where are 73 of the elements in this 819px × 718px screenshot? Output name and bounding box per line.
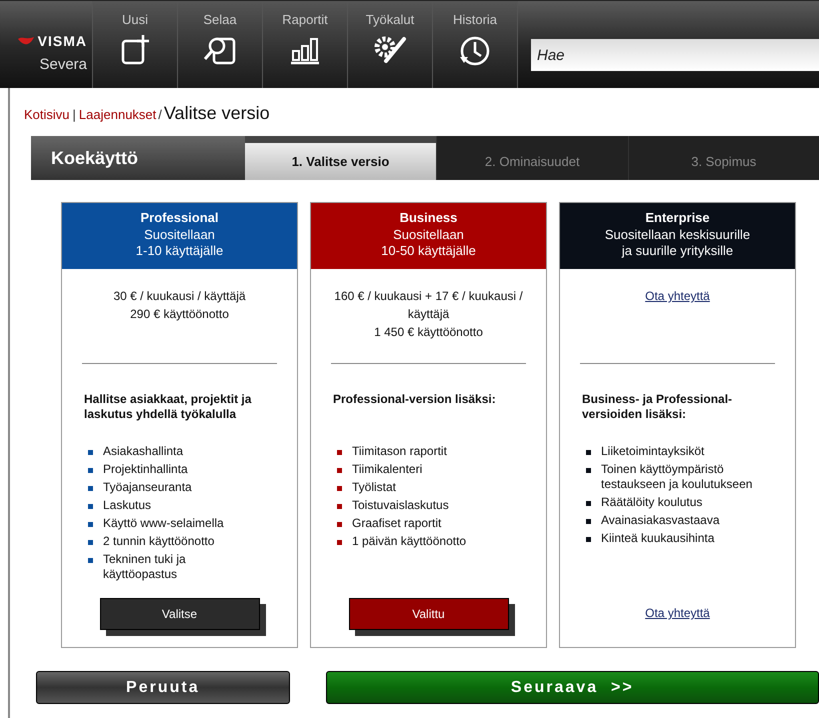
bullet-icon: [337, 504, 342, 509]
bullet-icon: [337, 540, 342, 545]
feature-heading: Professional-version lisäksi:: [332, 392, 497, 408]
product-name: Severa: [39, 55, 87, 75]
separator: |: [72, 106, 77, 124]
bullet-icon: [337, 522, 342, 527]
logo-text: VISMA: [38, 32, 87, 51]
bullet-icon: [586, 537, 591, 542]
cancel-button[interactable]: Peruuta: [36, 671, 290, 704]
feature-item: Räätälöity koulutus: [601, 495, 702, 511]
contact-link[interactable]: Ota yhteyttä: [645, 604, 710, 622]
feature-item: 2 tunnin käyttöönotto: [103, 534, 214, 550]
bullet-icon: [88, 522, 93, 527]
price-text: 30 € / kuukausi / käyttäjä: [113, 288, 246, 305]
wizard-step[interactable]: 1. Valitse versio: [245, 143, 436, 180]
bullet-icon: [88, 504, 93, 509]
feature-item: Toinen käyttöympäristö testaukseen ja koulutukseen: [601, 462, 754, 493]
feature-item: Asiakashallinta: [103, 444, 184, 460]
contact-link[interactable]: Ota yhteyttä: [645, 287, 710, 305]
bullet-icon: [88, 450, 93, 455]
bullet-icon: [337, 450, 342, 455]
bullet-icon: [586, 519, 591, 524]
plan-subtitle: Suositellaan: [144, 227, 215, 243]
feature-item: Toistuvaislaskutus: [352, 498, 449, 514]
breadcrumb-link[interactable]: Kotisivu: [24, 105, 70, 124]
bullet-icon: [586, 450, 591, 455]
nav-button[interactable]: Uusi: [93, 1, 178, 88]
wizard-step[interactable]: 2. Ominaisuudet: [436, 136, 628, 180]
feature-item: Graafiset raportit: [352, 516, 442, 532]
feature-item: Avainasiakasvastaava: [601, 513, 720, 529]
next-button[interactable]: Seuraava >>: [326, 671, 819, 704]
bullet-icon: [337, 468, 342, 473]
breadcrumb-link[interactable]: Laajennukset: [78, 105, 156, 124]
separator: /: [157, 106, 163, 124]
bullet-icon: [586, 501, 591, 506]
plan-name: Enterprise: [645, 209, 710, 227]
plan-subtitle: 10-50 käyttäjälle: [381, 243, 476, 259]
plan-name: Business: [400, 209, 458, 227]
wizard-step[interactable]: 3. Sopimus: [628, 136, 819, 180]
feature-item: Tiimikalenteri: [352, 462, 422, 478]
feature-item: Kiinteä kuukausihinta: [601, 531, 714, 547]
feature-item: Tiimitason raportit: [352, 444, 447, 460]
bullet-icon: [88, 540, 93, 545]
plan-subtitle: ja suurille yrityksille: [622, 243, 734, 259]
bullet-icon: [337, 486, 342, 491]
price-text: 290 € käyttöönotto: [130, 306, 229, 323]
feature-item: 1 päivän käyttöönotto: [352, 534, 466, 550]
price-text: 160 € / kuukausi + 17 € / kuukausi / käyttäjä: [333, 288, 524, 323]
nav-button[interactable]: Työkalut: [348, 1, 433, 88]
bullet-icon: [586, 468, 591, 473]
search-field[interactable]: Hae: [531, 39, 819, 71]
wizard-title: Koekäyttö: [31, 136, 245, 180]
feature-item: Työajanseuranta: [103, 480, 192, 496]
bullet-icon: [88, 468, 93, 473]
page-title: Valitse versio: [164, 102, 270, 125]
feature-item: Työlistat: [352, 480, 396, 496]
feature-item: Tekninen tuki ja käyttöopastus: [103, 552, 187, 583]
nav-button[interactable]: Historia: [433, 1, 518, 88]
price-text: 1 450 € käyttöönotto: [374, 324, 483, 341]
feature-item: Liiketoimintayksiköt: [601, 444, 704, 460]
bullet-icon: [88, 486, 93, 491]
plan-subtitle: Suositellaan: [393, 227, 464, 243]
feature-item: Laskutus: [103, 498, 152, 514]
feature-heading: Business- ja Professional-versioiden lisäksi:: [581, 392, 734, 423]
plan-subtitle: Suositellaan keskisuurille: [604, 227, 750, 243]
plan-subtitle: 1-10 käyttäjälle: [136, 243, 224, 259]
plan-name: Professional: [140, 209, 219, 227]
feature-item: Käyttö www-selaimella: [103, 516, 224, 532]
bullet-icon: [88, 558, 93, 563]
nav-button[interactable]: Raportit: [263, 1, 348, 88]
feature-heading: Hallitse asiakkaat, projektit ja laskutus yhdellä työkalulla: [83, 392, 252, 423]
nav-button[interactable]: Selaa: [178, 1, 263, 88]
feature-item: Projektinhallinta: [103, 462, 188, 478]
